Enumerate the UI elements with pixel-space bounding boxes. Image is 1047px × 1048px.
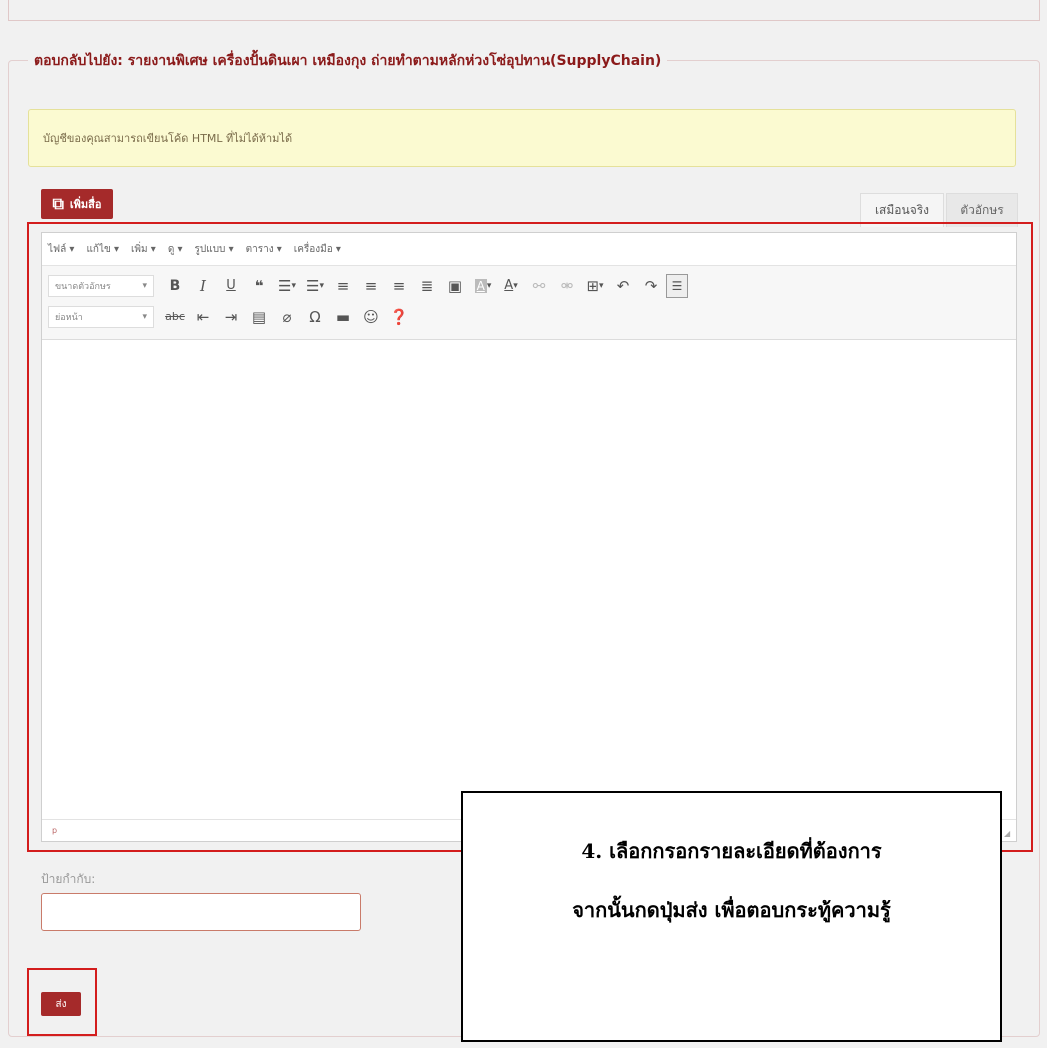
submit-button[interactable]: ส่ง [41,992,81,1016]
help-icon[interactable]: ❓ [386,305,412,329]
align-justify-icon[interactable]: ≣ [414,274,440,298]
add-media-button[interactable]: ⧉ เพิ่มสื่อ [41,189,113,219]
toolbar-toggle-icon[interactable]: ☰ [666,273,688,298]
text-color-icon[interactable]: A ▾ [498,274,524,298]
image-icon[interactable]: ▣ [442,274,468,298]
italic-icon[interactable]: I [190,274,216,298]
menu-view[interactable]: ดู ▾ [168,242,183,257]
callout-line-2: จากนั้นกดปุ่มส่ง เพื่อตอบกระทู้ความรู้ [572,898,891,922]
align-right-icon[interactable]: ≡ [386,274,412,298]
menu-table[interactable]: ตาราง ▾ [246,242,282,257]
table-icon[interactable]: ⊞ ▾ [582,274,608,298]
bullet-list-icon[interactable]: ☰ ▾ [274,274,300,298]
chevron-down-icon: ▾ [142,280,147,291]
instruction-callout: 4. เลือกกรอกรายละเอียดที่ต้องการ จากนั้น… [461,791,1002,1042]
html-permission-notice: บัญชีของคุณสามารถเขียนโค้ด HTML ที่ไม่ได… [28,109,1016,167]
paragraph-select-label: ย่อหน้า [55,312,83,323]
background-color-icon[interactable]: A ▾ [470,274,496,298]
strikethrough-icon[interactable]: abc [162,305,188,329]
tags-label: ป้ายกำกับ: [41,872,96,886]
notice-text: บัญชีของคุณสามารถเขียนโค้ด HTML ที่ไม่ได… [43,132,293,145]
tab-visual[interactable]: เสมือนจริง [860,193,944,227]
element-path[interactable]: p [52,826,57,835]
callout-line-1: 4. เลือกกรอกรายละเอียดที่ต้องการ [581,839,882,863]
font-size-select[interactable]: ขนาดตัวอักษร ▾ [48,274,154,297]
editor-toolbar: ขนาดตัวอักษร ▾ B I U ❝ ☰ ▾ ☰ ▾ ≡ ≡ ≡ ≣ ▣ A… [42,266,1016,340]
tab-text[interactable]: ตัวอักษร [946,193,1018,227]
underline-icon[interactable]: U [218,274,244,298]
unlink-icon[interactable]: ⚮ [554,274,580,298]
rich-text-editor: ไฟล์ ▾ แก้ไข ▾ เพิ่ม ▾ ดู ▾ รูปแบบ ▾ ตาร… [41,232,1017,842]
emoticon-icon[interactable]: ☺ [358,305,384,329]
menu-file[interactable]: ไฟล์ ▾ [48,242,74,257]
paragraph-select[interactable]: ย่อหน้า ▾ [48,305,154,328]
align-left-icon[interactable]: ≡ [330,274,356,298]
media-icon: ⧉ [52,194,64,213]
editor-content-area[interactable] [42,340,1016,810]
indent-icon[interactable]: ⇥ [218,305,244,329]
reply-legend: ตอบกลับไปยัง: รายงานพิเศษ เครื่องปั้นดิน… [28,50,668,72]
resize-handle-icon[interactable]: ◢ [1004,829,1012,838]
special-char-icon[interactable]: Ω [302,305,328,329]
menu-edit[interactable]: แก้ไข ▾ [86,242,119,257]
paste-text-icon[interactable]: ▤ [246,305,272,329]
horizontal-rule-icon[interactable]: ▬ [330,305,356,329]
font-size-select-label: ขนาดตัวอักษร [55,281,111,292]
chevron-down-icon: ▾ [142,311,147,322]
align-center-icon[interactable]: ≡ [358,274,384,298]
toolbar-row-1: ขนาดตัวอักษร ▾ B I U ❝ ☰ ▾ ☰ ▾ ≡ ≡ ≡ ≣ ▣ A… [48,270,1010,301]
outdent-icon[interactable]: ⇤ [190,305,216,329]
link-icon[interactable]: ⚯ [526,274,552,298]
tags-input[interactable] [41,893,361,931]
numbered-list-icon[interactable]: ☰ ▾ [302,274,328,298]
undo-icon[interactable]: ↶ [610,274,636,298]
menu-tools[interactable]: เครื่องมือ ▾ [294,242,341,257]
toolbar-row-2: ย่อหน้า ▾ abc ⇤ ⇥ ▤ ⌀ Ω ▬ ☺ ❓ [48,301,1010,332]
previous-panel-edge [8,0,1040,21]
editor-menubar: ไฟล์ ▾ แก้ไข ▾ เพิ่ม ▾ ดู ▾ รูปแบบ ▾ ตาร… [42,233,1016,266]
bold-icon[interactable]: B [162,274,188,298]
add-media-label: เพิ่มสื่อ [69,198,102,211]
menu-format[interactable]: รูปแบบ ▾ [195,242,234,257]
redo-icon[interactable]: ↷ [638,274,664,298]
blockquote-icon[interactable]: ❝ [246,274,272,298]
clear-format-icon[interactable]: ⌀ [274,305,300,329]
menu-insert[interactable]: เพิ่ม ▾ [131,242,156,257]
